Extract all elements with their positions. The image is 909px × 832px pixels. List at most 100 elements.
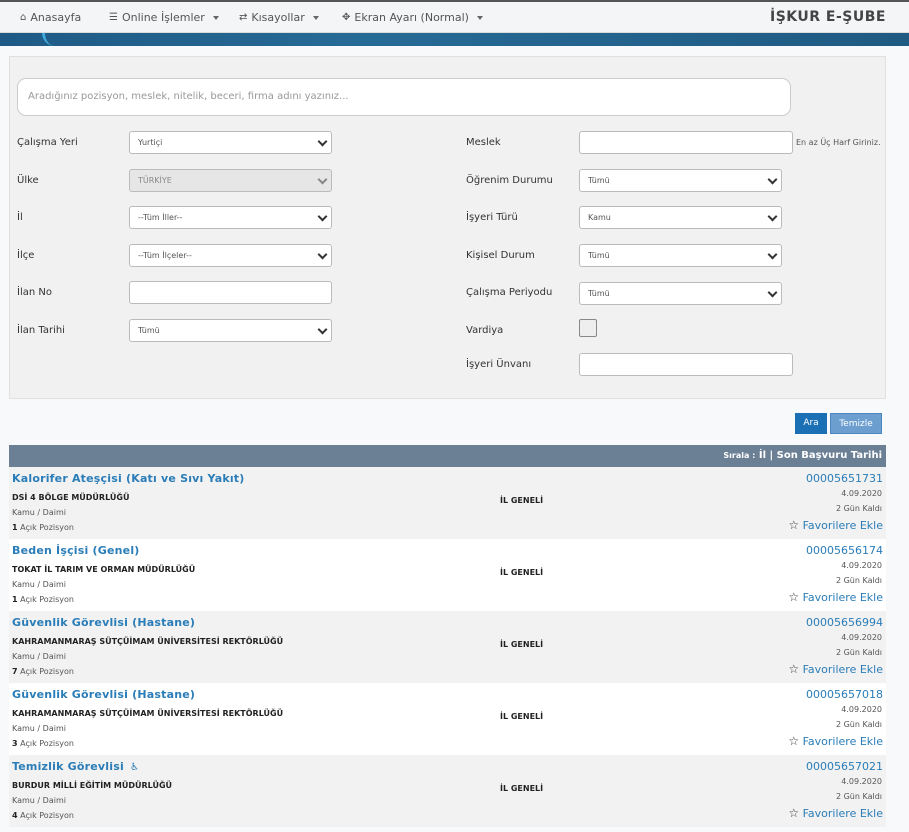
employer-name: KAHRAMANMARAŞ SÜTÇÜİMAM ÜNİVERSİTESİ REK… [12, 709, 284, 718]
listing-number-link[interactable]: 00005657018 [806, 688, 883, 701]
star-icon: ☆ [788, 518, 800, 532]
job-title-link[interactable]: Güvenlik Görevlisi (Hastane) [12, 688, 195, 701]
employer-name: KAHRAMANMARAŞ SÜTÇÜİMAM ÜNİVERSİTESİ REK… [12, 637, 284, 646]
nav-screen[interactable]: ✥ Ekran Ayarı (Normal) [342, 11, 483, 24]
favorite-label: Favorilere Ekle [802, 735, 883, 748]
deadline-date: 4.09.2020 [841, 561, 882, 570]
calisma-yeri-value: Yurtiçi [138, 138, 163, 147]
sort-prefix: Sırala : [723, 451, 756, 460]
clear-button[interactable]: Temizle [830, 413, 882, 434]
brand-title: İŞKUR E-ŞUBE [770, 9, 886, 25]
region: İL GENELİ [500, 568, 544, 577]
position-suffix: Açık Pozisyon [20, 811, 74, 820]
isyeri-turu-value: Kamu [588, 213, 611, 222]
ilce-value: --Tüm İlçeler-- [138, 251, 192, 260]
chevron-down-icon [317, 249, 328, 260]
chevron-down-icon [212, 15, 219, 20]
add-favorite-button[interactable]: ☆ Favorilere Ekle [788, 734, 883, 748]
listing-number-link[interactable]: 00005656174 [806, 544, 883, 557]
meslek-input[interactable] [579, 131, 793, 154]
unvan-input[interactable] [579, 353, 793, 376]
ogrenim-label: Öğrenim Durumu [466, 175, 553, 186]
chevron-down-icon [476, 15, 483, 20]
il-value: --Tüm İller-- [138, 213, 183, 222]
shuffle-icon: ⇄ [239, 12, 248, 23]
add-favorite-button[interactable]: ☆ Favorilere Ekle [788, 590, 883, 604]
job-title-link[interactable]: Beden İşçisi (Genel) [12, 544, 140, 557]
ilan-tarihi-value: Tümü [138, 326, 160, 335]
add-favorite-button[interactable]: ☆ Favorilere Ekle [788, 806, 883, 820]
chevron-down-icon [317, 174, 328, 185]
home-icon: ⌂ [20, 12, 27, 23]
job-title-link[interactable]: Kalorifer Ateşçisi (Katı ve Sıvı Yakıt) [12, 472, 245, 485]
listing-number-link[interactable]: 00005651731 [806, 472, 883, 485]
region: İL GENELİ [500, 712, 544, 721]
periyot-select[interactable]: Tümü [579, 282, 782, 305]
region: İL GENELİ [500, 640, 544, 649]
kisisel-label: Kişisel Durum [466, 250, 535, 261]
nav-screen-label: Ekran Ayarı (Normal) [354, 11, 469, 24]
il-select[interactable]: --Tüm İller-- [129, 206, 332, 229]
deadline-date: 4.09.2020 [841, 489, 882, 498]
open-positions: 1 Açık Pozisyon [12, 523, 74, 532]
ogrenim-select[interactable]: Tümü [579, 169, 782, 192]
periyot-label: Çalışma Periyodu [466, 287, 553, 298]
position-count: 1 [12, 523, 18, 532]
add-favorite-button[interactable]: ☆ Favorilere Ekle [788, 662, 883, 676]
days-left: 2 Gün Kaldı [835, 792, 882, 801]
search-button[interactable]: Ara [795, 413, 827, 434]
favorite-label: Favorilere Ekle [802, 519, 883, 532]
employer-name: DSİ 4 BÖLGE MÜDÜRLÜĞÜ [12, 493, 130, 502]
ulke-label: Ülke [17, 175, 39, 186]
region: İL GENELİ [500, 496, 544, 505]
chevron-down-icon [767, 287, 778, 298]
favorite-label: Favorilere Ekle [802, 807, 883, 820]
calisma-yeri-label: Çalışma Yeri [17, 137, 78, 148]
isyeri-turu-label: İşyeri Türü [466, 212, 518, 223]
sort-options[interactable]: İl | Son Başvuru Tarihi [759, 450, 882, 461]
header-banner [0, 33, 909, 46]
employment-type: Kamu / Daimi [12, 652, 66, 661]
nav-shortcuts[interactable]: ⇄ Kısayollar [239, 11, 319, 24]
meslek-hint: En az Üç Harf Giriniz. [796, 138, 881, 147]
ilce-select[interactable]: --Tüm İlçeler-- [129, 244, 332, 267]
listing-number-link[interactable]: 00005657021 [806, 760, 883, 773]
job-title-link[interactable]: Güvenlik Görevlisi (Hastane) [12, 616, 195, 629]
ilan-no-label: İlan No [17, 287, 52, 298]
position-suffix: Açık Pozisyon [20, 667, 74, 676]
nav-shortcuts-label: Kısayollar [251, 11, 305, 24]
open-positions: 3 Açık Pozisyon [12, 739, 74, 748]
favorite-label: Favorilere Ekle [802, 591, 883, 604]
meslek-label: Meslek [466, 137, 501, 148]
kisisel-select[interactable]: Tümü [579, 244, 782, 267]
job-title-link[interactable]: Temizlik Görevlisi ♿ [12, 760, 139, 773]
employment-type: Kamu / Daimi [12, 796, 66, 805]
star-icon: ☆ [788, 662, 800, 676]
calisma-yeri-select[interactable]: Yurtiçi [129, 131, 332, 154]
vardiya-checkbox[interactable] [579, 319, 597, 337]
add-favorite-button[interactable]: ☆ Favorilere Ekle [788, 518, 883, 532]
star-icon: ☆ [788, 806, 800, 820]
isyeri-turu-select[interactable]: Kamu [579, 206, 782, 229]
position-count: 3 [12, 739, 18, 748]
employment-type: Kamu / Daimi [12, 724, 66, 733]
expand-icon: ✥ [342, 12, 351, 23]
employer-name: TOKAT İL TARIM VE ORMAN MÜDÜRLÜĞÜ [12, 565, 196, 574]
results-sort-bar: Sırala : İl | Son Başvuru Tarihi [9, 445, 886, 467]
nav-online[interactable]: ☰ Online İşlemler [109, 11, 219, 24]
nav-online-label: Online İşlemler [121, 11, 205, 24]
employment-type: Kamu / Daimi [12, 580, 66, 589]
position-suffix: Açık Pozisyon [20, 595, 74, 604]
region: İL GENELİ [500, 784, 544, 793]
chevron-down-icon [767, 174, 778, 185]
nav-home[interactable]: ⌂ Anasayfa [20, 11, 81, 24]
chevron-down-icon [767, 249, 778, 260]
ilan-no-input[interactable] [129, 281, 332, 304]
search-input[interactable]: Aradığınız pozisyon, meslek, nitelik, be… [17, 78, 791, 116]
employment-type: Kamu / Daimi [12, 508, 66, 517]
ilan-tarihi-select[interactable]: Tümü [129, 319, 332, 342]
kisisel-value: Tümü [588, 251, 610, 260]
result-row: Beden İşçisi (Genel) TOKAT İL TARIM VE O… [9, 539, 886, 611]
position-count: 7 [12, 667, 18, 676]
listing-number-link[interactable]: 00005656994 [806, 616, 883, 629]
